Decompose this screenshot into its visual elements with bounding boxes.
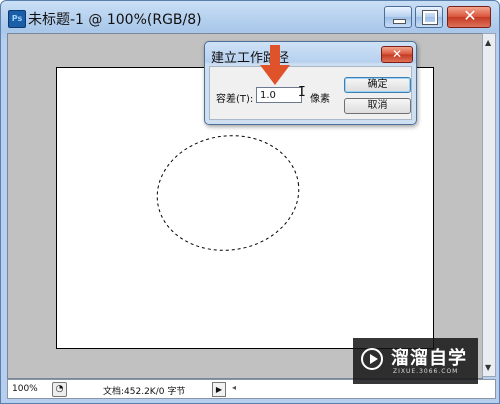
document-window: Ps 未标题-1 @ 100%(RGB/8) ✕ ▲ ▼ 100% ◔ 文档:4… (0, 0, 500, 404)
close-icon: ✕ (463, 6, 477, 25)
play-logo-icon (361, 348, 383, 370)
zoom-level[interactable]: 100% (12, 384, 38, 394)
tolerance-unit: 像素 (310, 94, 330, 105)
photoshop-app-icon: Ps (8, 10, 26, 28)
scroll-up-icon[interactable]: ▲ (485, 38, 491, 47)
cancel-button[interactable]: 取消 (344, 98, 411, 114)
vertical-scrollbar[interactable]: ▲ ▼ (482, 33, 496, 377)
ok-button[interactable]: 确定 (344, 77, 411, 93)
dialog-close-button[interactable]: ✕ (381, 46, 413, 63)
scroll-down-icon[interactable]: ▼ (485, 363, 491, 372)
maximize-button[interactable] (415, 6, 443, 28)
status-menu-arrow-icon[interactable]: ▶ (212, 382, 226, 397)
watermark-url: ZIXUE.3066.COM (393, 368, 459, 375)
make-work-path-dialog: 建立工作路径 ✕ 容差(T): 1.0 I 像素 确定 取消 (204, 41, 417, 125)
tolerance-label: 容差(T): (216, 94, 254, 105)
status-info-icon[interactable]: ◔ (52, 382, 67, 397)
text-cursor-icon: I (298, 85, 306, 100)
scroll-left-icon[interactable]: ◂ (232, 383, 236, 392)
title-bar[interactable]: Ps 未标题-1 @ 100%(RGB/8) ✕ (1, 1, 499, 33)
window-title: 未标题-1 @ 100%(RGB/8) (28, 12, 202, 28)
close-button[interactable]: ✕ (447, 6, 491, 28)
minimize-button[interactable] (384, 6, 412, 28)
minimize-icon (393, 19, 406, 24)
pointer-arrow-icon (260, 45, 290, 85)
watermark: 溜溜自学 ZIXUE.3066.COM (353, 338, 478, 384)
document-info: 文档:452.2K/0 字节 (103, 387, 186, 397)
maximize-icon (422, 10, 438, 25)
tolerance-input[interactable]: 1.0 (256, 87, 302, 103)
watermark-text: 溜溜自学 (391, 348, 467, 369)
dialog-body: 容差(T): 1.0 I 像素 确定 取消 (209, 66, 412, 120)
